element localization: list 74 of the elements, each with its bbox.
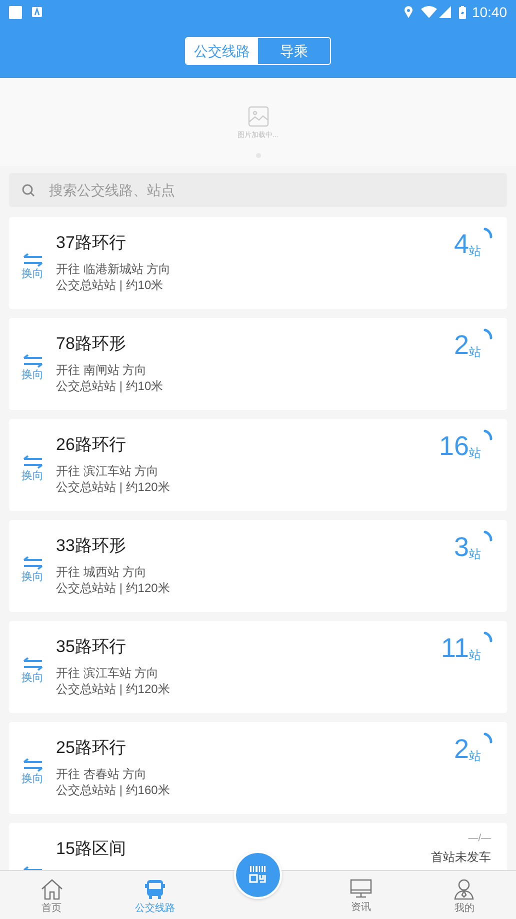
refresh-arc-icon xyxy=(483,530,493,542)
route-name: 78路环形 xyxy=(56,333,127,355)
signal-icon xyxy=(438,6,451,18)
swap-icon xyxy=(22,455,42,469)
nav-tab[interactable]: 我的 xyxy=(412,871,516,919)
stops-away: 4站 xyxy=(454,229,481,259)
swap-icon xyxy=(22,556,42,570)
nav-tab[interactable]: 资讯 xyxy=(310,871,413,919)
station-distance: 公交总站站 | 约120米 xyxy=(56,479,170,495)
arrival-placeholder: —/— xyxy=(468,833,491,845)
station-distance: 公交总站站 | 约120米 xyxy=(56,580,170,596)
refresh-arc-icon xyxy=(483,429,493,441)
swap-label[interactable]: 换向 xyxy=(22,267,44,281)
route-direction: 开往 南闸站 方向 xyxy=(56,362,148,378)
nav-tab[interactable]: 首页 xyxy=(0,871,104,919)
route-direction: 开往 临港新城站 方向 xyxy=(56,261,171,277)
stops-away: 3站 xyxy=(454,532,481,562)
route-card[interactable]: 换向 25路环行 开往 杏春站 方向 公交总站站 | 约160米 2站 xyxy=(9,722,507,814)
station-distance: 公交总站站 | 约120米 xyxy=(56,681,170,697)
route-name: 35路环行 xyxy=(56,636,127,658)
home-icon xyxy=(40,878,64,900)
swap-icon xyxy=(22,253,42,267)
refresh-arc-icon xyxy=(483,328,493,340)
scan-code-icon xyxy=(248,865,268,885)
route-name: 25路环行 xyxy=(56,737,127,759)
stops-away: 2站 xyxy=(454,330,481,360)
station-distance: 公交总站站 | 约160米 xyxy=(56,782,170,798)
monitor-icon xyxy=(350,879,372,899)
stops-away: 11站 xyxy=(440,633,481,663)
stops-away: 2站 xyxy=(454,734,481,764)
route-card[interactable]: 换向 35路环行 开往 滨江车站 方向 公交总站站 | 约120米 11站 xyxy=(9,621,507,713)
search-icon xyxy=(22,184,35,197)
swap-label[interactable]: 换向 xyxy=(22,570,44,584)
bus-icon xyxy=(144,878,166,900)
person-icon xyxy=(453,878,476,900)
header-tab[interactable]: 导乘 xyxy=(258,38,330,64)
station-distance: 公交总站站 | 约10米 xyxy=(56,378,164,394)
swap-icon xyxy=(22,657,42,671)
refresh-arc-icon xyxy=(483,732,493,744)
station-distance: 公交总站站 | 约10米 xyxy=(56,277,164,293)
swap-label[interactable]: 换向 xyxy=(22,469,44,483)
app-notification-icon xyxy=(32,7,42,17)
scan-button[interactable] xyxy=(234,851,282,899)
route-card[interactable]: 换向 37路环行 开往 临港新城站 方向 公交总站站 | 约10米 4站 xyxy=(9,217,507,309)
route-direction: 开往 杏春站 方向 xyxy=(56,766,148,782)
clock-time: 10:40 xyxy=(472,2,507,22)
swap-icon xyxy=(22,758,42,772)
nav-tab[interactable]: 公交线路 xyxy=(103,871,206,919)
refresh-arc-icon xyxy=(483,631,493,643)
swap-label[interactable]: 换向 xyxy=(22,368,44,382)
route-name: 26路环行 xyxy=(56,434,127,456)
route-direction: 开往 城西站 方向 xyxy=(56,564,148,580)
location-icon xyxy=(404,6,413,18)
stops-away: 16站 xyxy=(438,431,481,461)
header-tab[interactable]: 公交线路 xyxy=(186,38,258,64)
refresh-arc-icon xyxy=(483,227,493,239)
route-name: 33路环形 xyxy=(56,535,127,557)
route-direction: 开往 滨江车站 方向 xyxy=(56,463,160,479)
wifi-icon xyxy=(420,6,437,18)
route-card[interactable]: 换向 33路环形 开往 城西站 方向 公交总站站 | 约120米 3站 xyxy=(9,520,507,612)
image-placeholder-icon xyxy=(248,106,268,127)
route-name: 15路区间 xyxy=(56,838,126,860)
route-card[interactable]: 换向 78路环形 开往 南闸站 方向 公交总站站 | 约10米 2站 xyxy=(9,318,507,410)
route-card[interactable]: 换向 26路环行 开往 滨江车站 方向 公交总站站 | 约120米 16站 xyxy=(9,419,507,511)
route-name: 37路环行 xyxy=(56,232,127,254)
swap-label[interactable]: 换向 xyxy=(22,671,44,685)
route-direction: 开往 滨江车站 方向 xyxy=(56,665,160,681)
route-card[interactable]: 15路区间 —/— 首站未发车 xyxy=(9,823,507,870)
swap-icon xyxy=(22,354,42,368)
battery-icon xyxy=(458,6,466,18)
search-field[interactable]: 搜索公交线路、站点 xyxy=(9,173,507,207)
swap-label[interactable]: 换向 xyxy=(22,772,44,786)
notification-square-icon xyxy=(9,6,22,18)
arrival-status: 首站未发车 xyxy=(431,849,491,865)
